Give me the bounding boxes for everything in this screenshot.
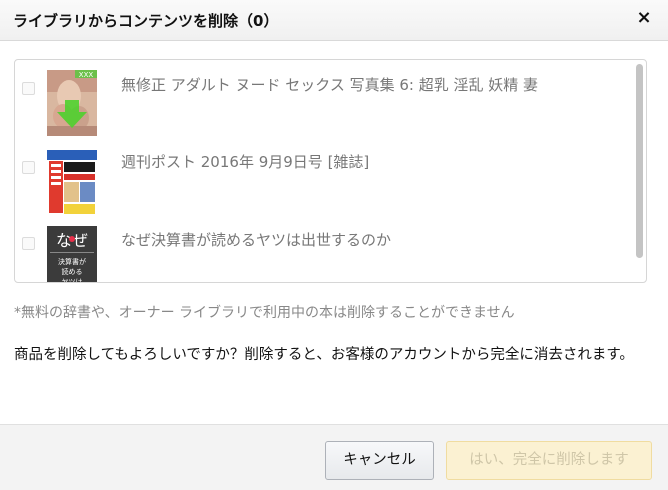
list-item: なぜ 決算書が 読める ヤツは なぜ決算書が読めるヤツは出世するのか [15,220,635,283]
item-title: なぜ決算書が読めるヤツは出世するのか [121,231,392,249]
item-title: 週刊ポスト 2016年 9月9日号 [雑誌] [121,153,370,171]
svg-text:決算書が: 決算書が [58,257,86,266]
list-item: XXX 無修正 アダルト ヌード セックス 写真集 6: 超乳 淫乱 妖精 妻 [15,60,635,140]
confirm-delete-button[interactable]: はい、完全に削除します [446,441,652,480]
svg-text:ヤツは: ヤツは [62,278,83,283]
close-icon[interactable]: × [634,8,654,30]
thumb-badge: XXX [79,71,94,79]
scrollbar-thumb[interactable] [636,64,643,258]
dialog-header: ライブラリからコンテンツを削除（0） × [0,0,668,41]
dialog-title: ライブラリからコンテンツを削除（0） [13,12,279,30]
svg-text:読める: 読める [62,267,83,276]
item-checkbox[interactable] [22,161,35,174]
item-checkbox[interactable] [22,82,35,95]
book-cover-thumbnail: XXX [47,70,97,136]
deletion-note: *無料の辞書や、オーナー ライブラリで利用中の本は削除することができません [14,305,515,321]
item-checkbox[interactable] [22,237,35,250]
confirmation-question: 商品を削除してもよろしいですか？削除すると、お客様のアカウントから完全に消去され… [14,347,634,363]
book-cover-thumbnail [47,150,97,216]
item-title: 無修正 アダルト ヌード セックス 写真集 6: 超乳 淫乱 妖精 妻 [121,76,539,94]
book-cover-thumbnail: なぜ 決算書が 読める ヤツは [47,226,97,283]
content-list: XXX 無修正 アダルト ヌード セックス 写真集 6: 超乳 淫乱 妖精 妻 [14,59,647,283]
list-item: 週刊ポスト 2016年 9月9日号 [雑誌] [15,140,635,220]
cancel-button[interactable]: キャンセル [325,441,434,480]
